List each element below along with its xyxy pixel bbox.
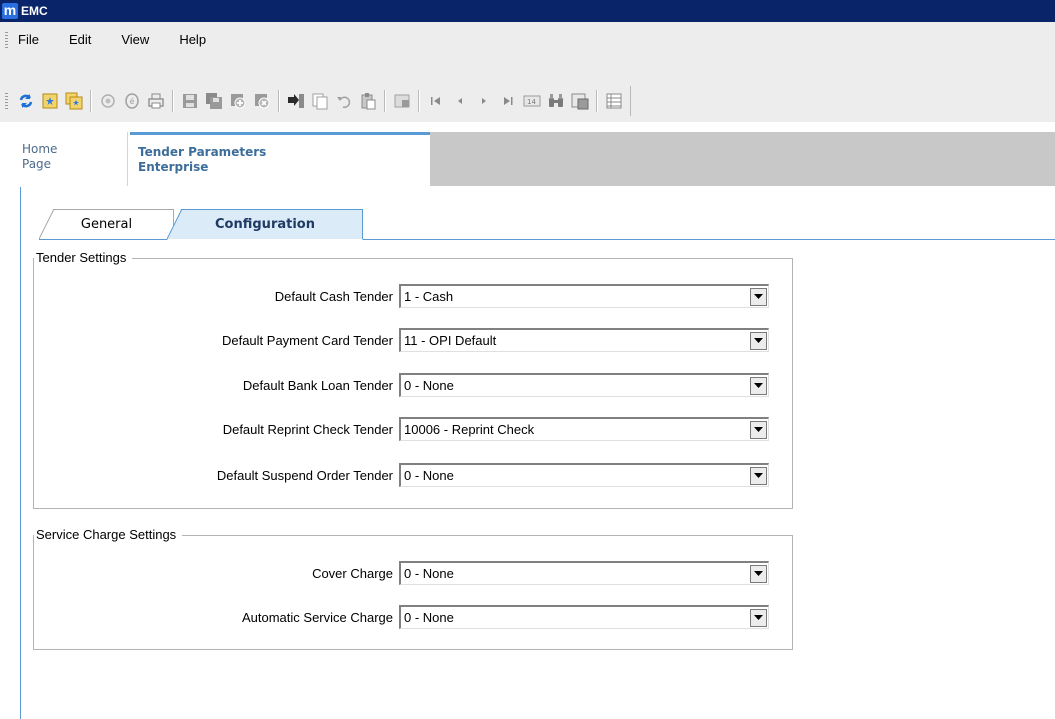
chevron-down-icon[interactable] [750, 287, 767, 306]
field-row: Default Suspend Order Tender 0 - None [34, 461, 794, 489]
print-icon[interactable] [145, 90, 167, 112]
content-panel: General Configuration Tender Settings De… [20, 187, 1055, 719]
menu-grip[interactable] [5, 31, 8, 48]
open-multiple-icon[interactable] [63, 90, 85, 112]
page-tabs-background [430, 132, 1055, 186]
default-suspend-order-tender-label: Default Suspend Order Tender [216, 467, 393, 483]
select-value: 11 - OPI Default [404, 333, 497, 348]
menu-help[interactable]: Help [175, 30, 210, 49]
table-icon[interactable] [603, 90, 625, 112]
find-icon[interactable] [545, 90, 567, 112]
import-icon[interactable] [285, 90, 307, 112]
record-icon[interactable] [97, 90, 119, 112]
chevron-down-icon[interactable] [750, 376, 767, 395]
select-value: 0 - None [404, 610, 454, 625]
select-value: 1 - Cash [404, 289, 454, 304]
tab-general-edge [39, 209, 55, 239]
tender-settings-group: Tender Settings Default Cash Tender 1 - … [33, 250, 794, 509]
toolbar-strip [0, 57, 1055, 80]
go-to-record-icon[interactable]: 14 [521, 90, 543, 112]
menu-bar: File Edit View Help [0, 22, 1055, 58]
automatic-service-charge-label: Automatic Service Charge [241, 609, 393, 625]
undo-icon[interactable] [333, 90, 355, 112]
field-row: Default Payment Card Tender 11 - OPI Def… [34, 326, 794, 354]
toolbar-separator [172, 90, 174, 112]
default-suspend-order-tender-select[interactable]: 0 - None [399, 463, 769, 487]
refresh-icon[interactable] [15, 90, 37, 112]
cover-charge-select[interactable]: 0 - None [399, 561, 769, 585]
chevron-down-icon[interactable] [750, 608, 767, 627]
chevron-down-icon[interactable] [750, 564, 767, 583]
default-bank-loan-tender-select[interactable]: 0 - None [399, 373, 769, 397]
default-payment-card-tender-select[interactable]: 11 - OPI Default [399, 328, 769, 352]
default-payment-card-tender-label: Default Payment Card Tender [221, 332, 393, 348]
tab-general[interactable]: General [39, 209, 174, 239]
svg-text:14: 14 [527, 98, 536, 106]
menu-view[interactable]: View [117, 30, 153, 49]
menu-edit[interactable]: Edit [65, 30, 95, 49]
default-reprint-check-tender-select[interactable]: 10006 - Reprint Check [399, 417, 769, 441]
page-tab-home-line1: Home [22, 142, 58, 156]
default-reprint-check-tender-label: Default Reprint Check Tender [222, 421, 393, 437]
page-tabs: Home Page Tender Parameters Enterprise [0, 122, 1055, 187]
service-charge-settings-group: Service Charge Settings Cover Charge 0 -… [33, 527, 794, 650]
save-icon[interactable] [179, 90, 201, 112]
tab-configuration-edge [167, 209, 183, 239]
first-record-icon[interactable] [425, 90, 447, 112]
toolbar-separator [596, 90, 598, 112]
field-row: Automatic Service Charge 0 - None [34, 603, 794, 631]
inner-tab-strip: General Configuration [39, 209, 1055, 240]
toolbar-grip[interactable] [5, 93, 8, 109]
automatic-service-charge-select[interactable]: 0 - None [399, 605, 769, 629]
toolbar-separator [418, 90, 420, 112]
page-tab-home-line2: Page [22, 157, 52, 171]
delete-icon[interactable] [251, 90, 273, 112]
service-charge-settings-title: Service Charge Settings [34, 527, 183, 542]
select-value: 10006 - Reprint Check [404, 422, 535, 437]
view-icon[interactable] [569, 90, 591, 112]
tab-configuration[interactable]: Configuration [167, 209, 363, 240]
previous-record-icon[interactable] [449, 90, 471, 112]
page-tab-home[interactable]: Home Page [18, 132, 128, 186]
toolbar: é 14 [0, 80, 1055, 122]
chevron-down-icon[interactable] [750, 420, 767, 439]
title-bar: m EMC [0, 0, 1055, 22]
page-tab-tender-parameters[interactable]: Tender Parameters Enterprise [130, 132, 430, 186]
toolbar-separator [278, 90, 280, 112]
chevron-down-icon[interactable] [750, 466, 767, 485]
grid-icon[interactable] [391, 90, 413, 112]
app-logo-icon: m [2, 2, 18, 19]
chevron-down-icon[interactable] [750, 331, 767, 350]
page-tab-active-line2: Enterprise [138, 160, 209, 174]
tender-settings-title: Tender Settings [34, 250, 133, 265]
toolbar-separator [384, 90, 386, 112]
select-value: 0 - None [404, 378, 454, 393]
page-tab-active-line1: Tender Parameters [138, 145, 267, 159]
toolbar-end [630, 86, 631, 116]
app-title: EMC [21, 4, 48, 18]
default-cash-tender-select[interactable]: 1 - Cash [399, 284, 769, 308]
cover-charge-label: Cover Charge [312, 565, 393, 581]
document-icon[interactable]: é [121, 90, 143, 112]
toolbar-separator [90, 90, 92, 112]
default-cash-tender-label: Default Cash Tender [274, 288, 393, 304]
select-value: 0 - None [404, 566, 454, 581]
menu-file[interactable]: File [14, 30, 43, 49]
field-row: Default Cash Tender 1 - Cash [34, 282, 794, 310]
default-bank-loan-tender-label: Default Bank Loan Tender [242, 377, 393, 393]
field-row: Default Reprint Check Tender 10006 - Rep… [34, 415, 794, 443]
open-icon[interactable] [39, 90, 61, 112]
field-row: Default Bank Loan Tender 0 - None [34, 371, 794, 399]
copy-icon[interactable] [309, 90, 331, 112]
field-row: Cover Charge 0 - None [34, 559, 794, 587]
svg-text:é: é [130, 96, 135, 106]
save-all-icon[interactable] [203, 90, 225, 112]
paste-icon[interactable] [357, 90, 379, 112]
next-record-icon[interactable] [473, 90, 495, 112]
add-icon[interactable] [227, 90, 249, 112]
last-record-icon[interactable] [497, 90, 519, 112]
select-value: 0 - None [404, 468, 454, 483]
